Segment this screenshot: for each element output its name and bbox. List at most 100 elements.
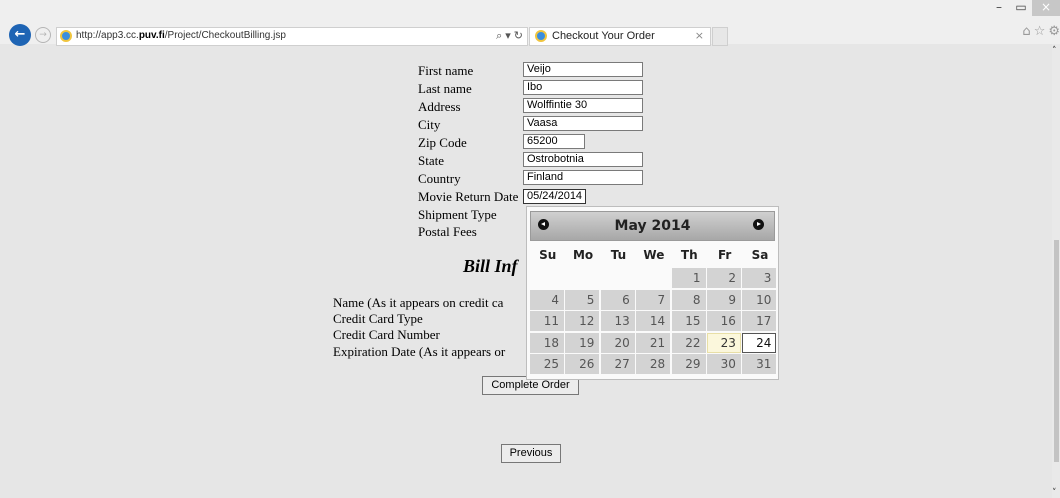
calendar-weeks: 1 2 3 4 5 6 7 8 9 10 11 12 13 14 15 16 17 18 19 20 21 22 23 24 2… <box>530 268 778 374</box>
calendar-empty-cell <box>530 268 564 288</box>
cardholder-name-label: Name (As it appears on credit ca <box>333 295 504 310</box>
calendar-day[interactable]: 26 <box>565 353 600 374</box>
gear-icon[interactable]: ⚙ <box>1048 24 1060 39</box>
weekday-label: Tu <box>610 248 627 262</box>
calendar-empty-cell <box>565 268 599 288</box>
calendar-day[interactable]: 6 <box>600 289 635 310</box>
tab-title: Checkout Your Order <box>552 30 655 42</box>
next-month-icon[interactable] <box>753 219 764 230</box>
datepicker-header: May 2014 <box>530 211 775 241</box>
calendar-day[interactable]: 22 <box>671 332 706 353</box>
calendar-day[interactable]: 29 <box>671 353 706 374</box>
card-number-label: Credit Card Number <box>333 327 440 342</box>
datepicker-popup: May 2014 Su Mo Tu We Th Fr Sa 1234567891… <box>526 206 779 380</box>
address-field[interactable]: Wolffintie 30 <box>523 98 643 113</box>
back-button[interactable]: ← <box>9 24 31 46</box>
calendar-day[interactable]: 12 <box>565 311 600 332</box>
calendar-week-row: 123 <box>530 268 778 289</box>
calendar-day[interactable]: 25 <box>530 353 564 374</box>
calendar-day[interactable]: 14 <box>636 311 671 332</box>
browser-toolbar: ⌂ ☆ ⚙ <box>1022 24 1060 39</box>
calendar-day[interactable]: 1 <box>671 268 706 289</box>
weekday-label: Su <box>539 248 557 262</box>
ie-icon <box>60 30 72 42</box>
browser-chrome: – ▭ × ← → http://app3.cc.puv.fi/Project/… <box>0 0 1060 46</box>
zip-code-label: Zip Code <box>418 135 467 150</box>
calendar-day[interactable]: 19 <box>565 332 600 353</box>
address-tools: ⌕ ▾ ↻ <box>496 29 523 43</box>
calendar-grid: Su Mo Tu We Th Fr Sa 1 2 3 4 5 6 7 8 9 10 11 12 13 14… <box>530 243 778 374</box>
calendar-day[interactable]: 23 <box>706 332 741 353</box>
calendar-day[interactable]: 27 <box>600 353 635 374</box>
return-date-label: Movie Return Date <box>418 189 519 204</box>
weekday-label: Fr <box>717 248 732 262</box>
restore-button[interactable]: ▭ <box>1010 0 1032 16</box>
expiration-label: Expiration Date (As it appears or <box>333 344 506 359</box>
scroll-down-icon[interactable]: ˅ <box>1052 488 1057 498</box>
calendar-day[interactable]: 9 <box>706 289 741 310</box>
calendar-day[interactable]: 28 <box>636 353 671 374</box>
weekday-label: Mo <box>572 248 594 262</box>
search-icon[interactable]: ⌕ <box>496 29 502 43</box>
minimize-button[interactable]: – <box>988 0 1010 16</box>
postal-fees-label: Postal Fees <box>418 224 477 239</box>
calendar-day[interactable]: 5 <box>565 289 600 310</box>
calendar-day[interactable]: 15 <box>671 311 706 332</box>
card-type-label: Credit Card Type <box>333 311 423 326</box>
star-icon[interactable]: ☆ <box>1034 24 1046 39</box>
calendar-day[interactable]: 8 <box>671 289 706 310</box>
scroll-thumb[interactable] <box>1054 240 1059 462</box>
tab-checkout[interactable]: Checkout Your Order × <box>529 27 711 46</box>
calendar-day[interactable]: 31 <box>742 353 777 374</box>
calendar-day[interactable]: 24 <box>742 332 777 353</box>
calendar-week-row: 4 5 6 7 8 9 10 <box>530 289 778 310</box>
calendar-day[interactable]: 11 <box>530 311 564 332</box>
previous-button[interactable]: Previous <box>501 444 561 463</box>
new-tab-button[interactable] <box>712 27 728 46</box>
last-name-field[interactable]: Ibo <box>523 80 643 95</box>
calendar-day[interactable]: 16 <box>706 311 741 332</box>
shipment-type-label: Shipment Type <box>418 207 497 222</box>
last-name-label: Last name <box>418 81 472 96</box>
state-field[interactable]: Ostrobotnia <box>523 152 643 167</box>
calendar-day[interactable]: 21 <box>636 332 671 353</box>
address-label: Address <box>418 99 461 114</box>
calendar-day[interactable]: 3 <box>742 268 777 289</box>
weekday-label: We <box>643 248 665 262</box>
address-bar[interactable]: http://app3.cc.puv.fi/Project/CheckoutBi… <box>56 27 528 46</box>
calendar-week-row: 11 12 13 14 15 16 17 <box>530 311 778 332</box>
close-icon[interactable]: × <box>695 29 704 42</box>
vertical-scrollbar[interactable]: ˄ ˅ <box>1052 44 1060 498</box>
forward-button[interactable]: → <box>35 27 51 43</box>
calendar-day[interactable]: 13 <box>600 311 635 332</box>
zip-code-field[interactable]: 65200 <box>523 134 585 149</box>
arrow-right-icon: → <box>39 30 47 40</box>
city-field[interactable]: Vaasa <box>523 116 643 131</box>
url-text: http://app3.cc.puv.fi/Project/CheckoutBi… <box>76 30 286 41</box>
return-date-field[interactable]: 05/24/2014 <box>523 189 586 204</box>
close-window-button[interactable]: × <box>1032 0 1060 16</box>
home-icon[interactable]: ⌂ <box>1022 24 1030 39</box>
refresh-icon[interactable]: ↻ <box>514 29 523 43</box>
ie-icon <box>535 30 547 42</box>
calendar-day[interactable]: 18 <box>530 332 564 353</box>
calendar-day[interactable]: 10 <box>742 289 777 310</box>
calendar-day[interactable]: 30 <box>706 353 741 374</box>
weekday-label: Th <box>680 248 698 262</box>
calendar-week-row: 18 19 20 21 22 23 24 <box>530 332 778 353</box>
arrow-left-icon: ← <box>14 27 26 42</box>
weekday-label: Sa <box>751 248 769 262</box>
scroll-up-icon[interactable]: ˄ <box>1052 46 1057 56</box>
calendar-empty-cell <box>636 268 670 288</box>
calendar-day[interactable]: 17 <box>742 311 777 332</box>
calendar-empty-cell <box>601 268 635 288</box>
weekday-header: Su Mo Tu We Th Fr Sa <box>530 243 778 267</box>
first-name-field[interactable]: Veijo <box>523 62 643 77</box>
dropdown-icon[interactable]: ▾ <box>505 29 511 43</box>
country-field[interactable]: Finland <box>523 170 643 185</box>
first-name-label: First name <box>418 63 474 78</box>
calendar-day[interactable]: 4 <box>530 289 564 310</box>
calendar-day[interactable]: 7 <box>636 289 671 310</box>
calendar-day[interactable]: 20 <box>600 332 635 353</box>
calendar-day[interactable]: 2 <box>706 268 741 289</box>
